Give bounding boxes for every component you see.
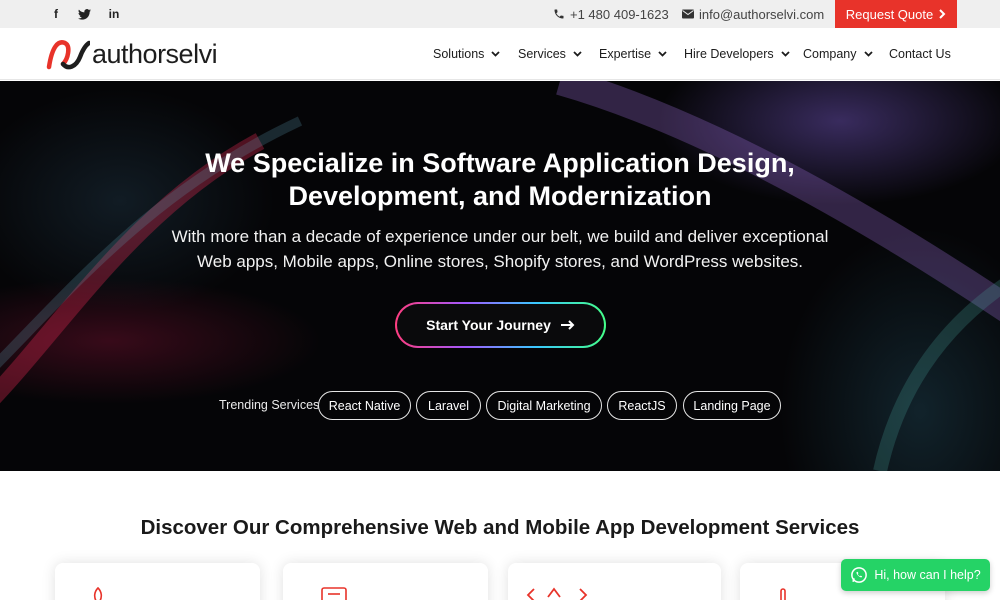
request-quote-label: Request Quote <box>845 6 934 22</box>
logo-mark-icon <box>46 40 90 70</box>
start-journey-button[interactable]: Start Your Journey <box>395 302 606 348</box>
services-section-title: Discover Our Comprehensive Web and Mobil… <box>140 516 860 539</box>
chevron-down-icon <box>658 51 667 57</box>
nav-company[interactable]: Company <box>803 28 873 80</box>
hero-subtitle: With more than a decade of experience un… <box>0 224 1000 274</box>
email-address: info@authorselvi.com <box>699 6 825 22</box>
chevron-down-icon <box>573 51 582 57</box>
service-card[interactable] <box>508 563 721 600</box>
hero-subtitle-line-2: Web apps, Mobile apps, Online stores, Sh… <box>197 252 803 271</box>
hero-title-line-1: We Specialize in Software Application De… <box>205 148 795 178</box>
whatsapp-chat-label: Hi, how can I help? <box>874 568 981 582</box>
trending-pill-landing-page[interactable]: Landing Page <box>683 391 781 420</box>
nav-expertise[interactable]: Expertise <box>599 28 667 80</box>
envelope-icon <box>682 9 694 19</box>
trending-pill-digital-marketing[interactable]: Digital Marketing <box>486 391 602 420</box>
twitter-icon[interactable] <box>74 0 94 28</box>
start-journey-button-inner: Start Your Journey <box>397 304 604 346</box>
phone-icon <box>554 9 564 19</box>
nav-services-label: Services <box>518 47 566 61</box>
phone-contact[interactable]: +1 480 409-1623 <box>553 0 669 28</box>
whatsapp-chat-button[interactable]: Hi, how can I help? <box>841 559 990 591</box>
email-contact[interactable]: info@authorselvi.com <box>682 0 824 28</box>
chevron-down-icon <box>491 51 501 57</box>
code-icon <box>526 587 588 600</box>
logo-text: authorselvi <box>92 38 218 69</box>
nav-hire-developers[interactable]: Hire Developers <box>684 28 790 80</box>
nav-solutions-label: Solutions <box>433 47 485 61</box>
service-card[interactable] <box>283 563 488 600</box>
hero-subtitle-line-1: With more than a decade of experience un… <box>171 227 829 246</box>
nav-expertise-label: Expertise <box>599 47 652 61</box>
rocket-icon <box>93 587 103 600</box>
request-quote-button[interactable]: Request Quote <box>835 0 957 28</box>
service-card[interactable] <box>55 563 260 600</box>
phone-number: +1 480 409-1623 <box>570 6 669 22</box>
start-journey-label: Start Your Journey <box>426 317 551 333</box>
hand-icon <box>780 588 786 600</box>
nav-services[interactable]: Services <box>518 28 582 80</box>
nav-company-label: Company <box>803 47 857 61</box>
site-logo[interactable]: authorselvi <box>46 36 218 72</box>
chevron-right-icon <box>939 9 946 19</box>
nav-solutions[interactable]: Solutions <box>433 28 501 80</box>
hero-title-line-2: Development, and Modernization <box>288 181 712 211</box>
main-navbar: authorselvi Solutions Services Expertise… <box>0 28 1000 80</box>
trending-pill-laravel[interactable]: Laravel <box>416 391 481 420</box>
top-bar: f in +1 480 409-1623 info@authorselvi.co… <box>0 0 1000 28</box>
linkedin-icon[interactable]: in <box>104 0 124 28</box>
document-icon <box>321 587 347 600</box>
nav-hire-developers-label: Hire Developers <box>684 47 774 61</box>
nav-contact-us-label: Contact Us <box>889 47 951 61</box>
facebook-icon[interactable]: f <box>47 0 65 28</box>
chevron-down-icon <box>863 51 873 57</box>
trending-pill-reactjs[interactable]: ReactJS <box>607 391 677 420</box>
trending-services-label: Trending Services <box>219 398 320 412</box>
nav-contact-us[interactable]: Contact Us <box>889 28 951 80</box>
whatsapp-icon <box>851 567 868 583</box>
hero-section: We Specialize in Software Application De… <box>0 81 1000 471</box>
arrow-right-icon <box>560 320 575 330</box>
chevron-down-icon <box>780 51 790 57</box>
trending-pill-react-native[interactable]: React Native <box>318 391 411 420</box>
hero-title: We Specialize in Software Application De… <box>0 147 1000 213</box>
